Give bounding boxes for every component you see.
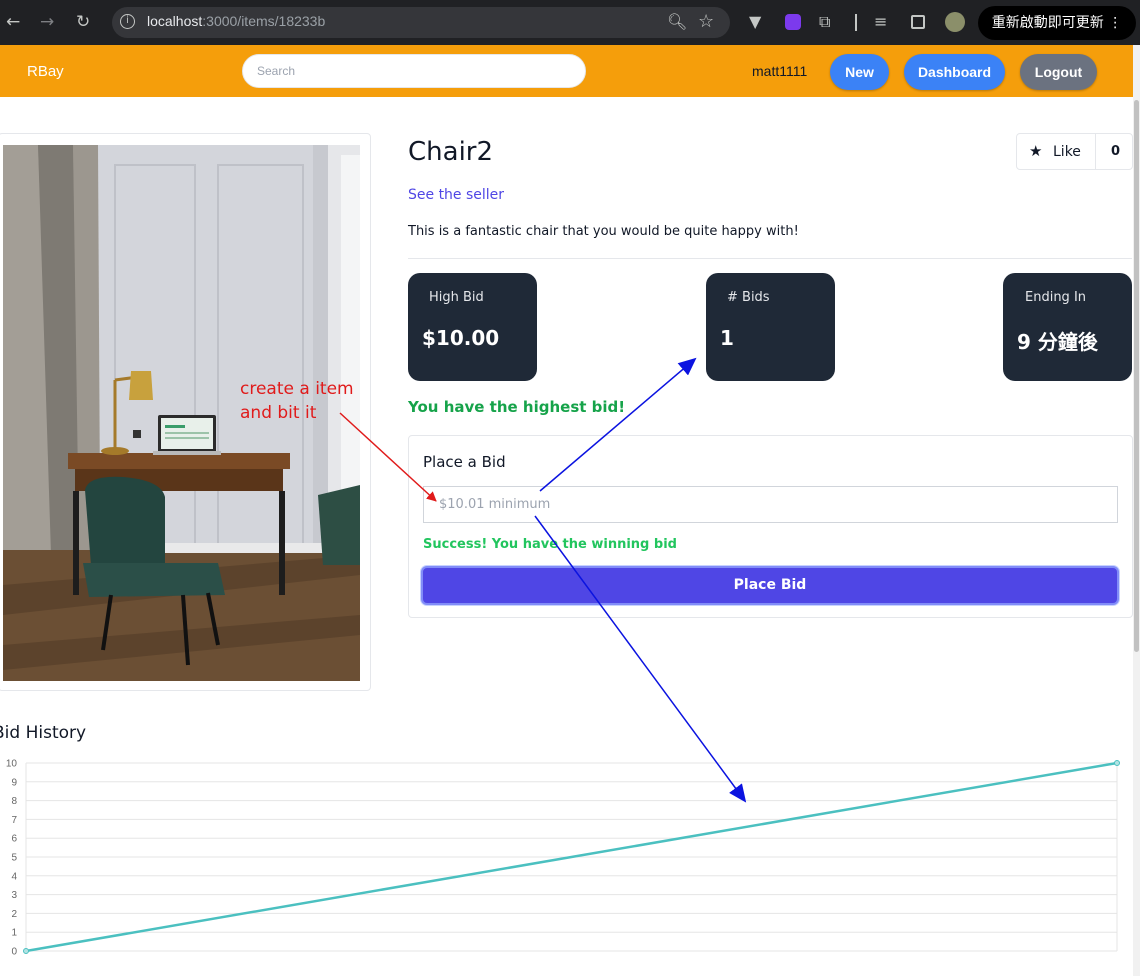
bid-success-message: Success! You have the winning bid xyxy=(423,537,677,552)
back-icon[interactable]: ← xyxy=(6,12,20,32)
stat-value: $10.00 xyxy=(422,326,500,350)
bookmark-star-icon[interactable]: ☆ xyxy=(698,11,714,32)
stat-ending-in: Ending In 9 分鐘後 xyxy=(1003,273,1132,381)
divider xyxy=(408,258,1132,259)
profile-avatar[interactable] xyxy=(945,12,965,32)
stat-label: High Bid xyxy=(429,290,484,305)
item-title: Chair2 xyxy=(408,137,494,167)
y-tick-label: 5 xyxy=(11,853,17,864)
update-button[interactable]: 重新啟動即可更新 ⋮ xyxy=(978,6,1136,40)
highest-bid-message: You have the highest bid! xyxy=(408,398,626,416)
brand-logo[interactable]: RBay xyxy=(27,63,64,80)
zoom-icon[interactable]: 🔍︎ xyxy=(667,12,687,31)
stat-bid-count: # Bids 1 xyxy=(706,273,835,381)
like-divider xyxy=(1095,134,1096,169)
reload-icon[interactable]: ↻ xyxy=(76,12,90,32)
site-info-icon[interactable]: i xyxy=(120,14,135,29)
url-text[interactable]: localhost:3000/items/18233b xyxy=(147,13,325,29)
new-button[interactable]: New xyxy=(830,54,889,90)
like-button[interactable]: ★ Like 0 xyxy=(1016,133,1133,170)
logout-button[interactable]: Logout xyxy=(1020,54,1097,90)
stat-high-bid: High Bid $10.00 xyxy=(408,273,537,381)
annotation-line: create a item xyxy=(240,379,354,399)
media-queue-icon[interactable]: ≡ xyxy=(874,12,887,31)
bid-form-title: Place a Bid xyxy=(423,453,506,471)
y-tick-label: 2 xyxy=(11,909,17,920)
see-seller-link[interactable]: See the seller xyxy=(408,187,504,203)
forward-icon[interactable]: → xyxy=(40,12,54,32)
extension-icon[interactable] xyxy=(785,14,801,30)
stat-label: Ending In xyxy=(1025,290,1087,305)
dashboard-button[interactable]: Dashboard xyxy=(904,54,1005,90)
data-point[interactable] xyxy=(23,948,29,954)
annotation-line: and bit it xyxy=(240,403,317,423)
chart-title: Bid History xyxy=(0,723,87,743)
stat-label: # Bids xyxy=(727,290,770,305)
extensions-puzzle-icon[interactable]: ⧉ xyxy=(819,12,830,32)
star-icon: ★ xyxy=(1029,142,1043,160)
y-tick-label: 6 xyxy=(11,834,17,845)
username: matt1111 xyxy=(752,63,808,79)
place-bid-button[interactable]: Place Bid xyxy=(421,566,1119,605)
vue-devtools-icon[interactable]: ▼ xyxy=(749,12,761,31)
y-tick-label: 3 xyxy=(11,890,17,901)
side-panel-icon[interactable] xyxy=(911,15,925,29)
bid-amount-input[interactable] xyxy=(423,486,1118,523)
scrollbar-thumb[interactable] xyxy=(1134,100,1139,652)
y-tick-label: 4 xyxy=(11,871,17,882)
search-input[interactable] xyxy=(242,54,586,88)
y-tick-label: 8 xyxy=(11,796,17,807)
toolbar-divider xyxy=(855,14,857,31)
stat-value: 9 分鐘後 xyxy=(1017,330,1098,354)
stat-value: 1 xyxy=(720,326,734,350)
y-tick-label: 10 xyxy=(6,759,18,770)
y-tick-label: 7 xyxy=(11,815,17,826)
like-label: Like xyxy=(1053,144,1081,160)
bid-history-chart: 0 1 2 3 4 5 6 7 8 9 10 xyxy=(6,759,1120,958)
item-description: This is a fantastic chair that you would… xyxy=(408,224,799,239)
y-tick-label: 9 xyxy=(11,777,17,788)
like-count: 0 xyxy=(1111,144,1121,159)
annotation-text: create a item and bit it xyxy=(240,377,354,425)
data-point[interactable] xyxy=(1114,760,1120,766)
y-tick-label: 0 xyxy=(11,947,17,958)
y-tick-label: 1 xyxy=(11,928,17,939)
